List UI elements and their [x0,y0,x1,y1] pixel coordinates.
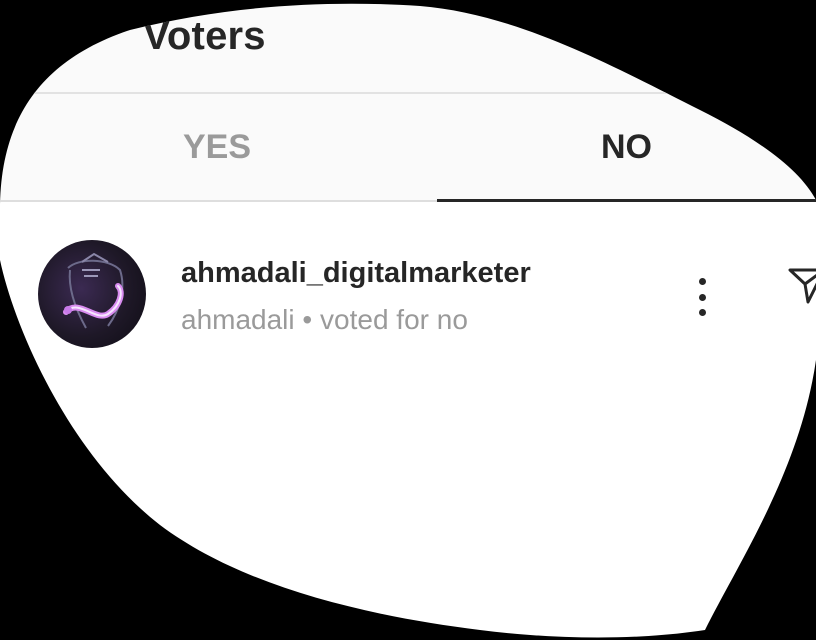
tab-yes[interactable]: YES [28,94,406,200]
voter-list: ahmadali_digitalmarketer ahmadali • vote… [0,202,816,640]
vote-status: voted for no [320,304,468,335]
screenshot-frame: Voters YES NO ahmadali_digitalmarketer a… [0,0,816,640]
voter-name: ahmadali [181,304,295,335]
avatar-image [38,240,146,348]
avatar[interactable] [38,240,146,348]
more-options-icon[interactable] [684,274,720,320]
header: Voters [0,0,816,94]
list-item[interactable]: ahmadali_digitalmarketer ahmadali • vote… [0,202,816,388]
voter-subtitle: ahmadali • voted for no [181,304,468,336]
send-icon[interactable] [788,264,816,304]
separator-dot: • [302,304,313,335]
tab-bar: YES NO [0,94,816,202]
dot-middle [699,294,706,301]
voters-panel: Voters YES NO ahmadali_digitalmarketer a… [0,0,816,640]
page-title: Voters [143,14,266,58]
voter-username[interactable]: ahmadali_digitalmarketer [181,257,531,290]
dot-top [699,278,706,285]
dot-bottom [699,309,706,316]
tab-no[interactable]: NO [437,94,816,200]
